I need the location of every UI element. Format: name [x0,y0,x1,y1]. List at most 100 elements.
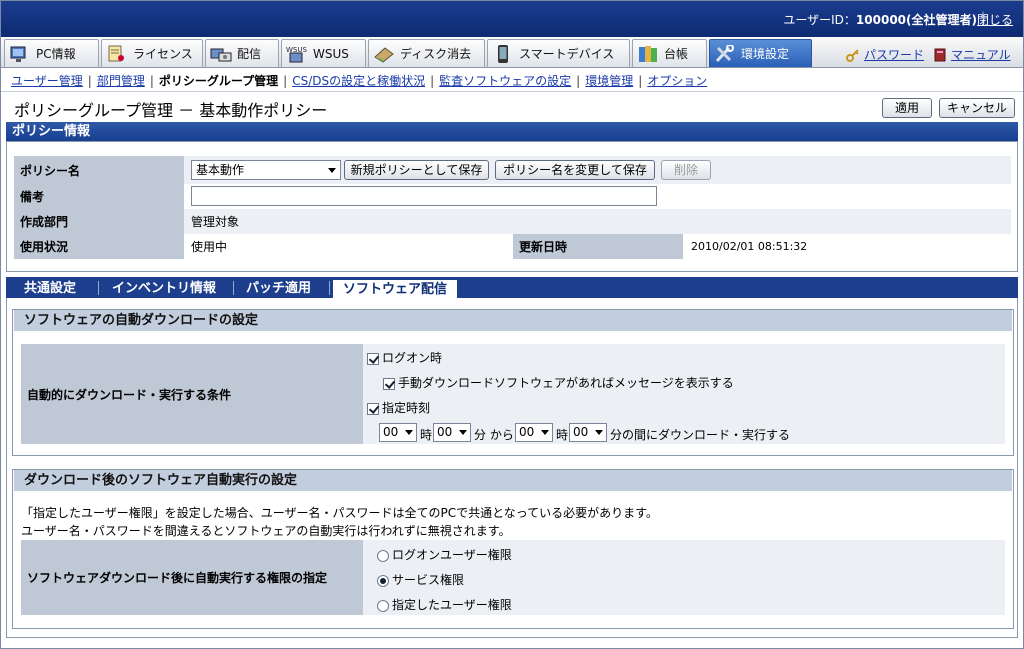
radio-label: ログオンユーザー権限 [392,548,512,562]
scheduled-time-label: 指定時刻 [382,401,431,415]
subnav-dept-management[interactable]: 部門管理 [97,74,145,88]
subnav-audit-software[interactable]: 監査ソフトウェアの設定 [439,74,571,88]
tab-common-settings[interactable]: 共通設定 [14,279,86,298]
auto-exec-note-line1: 「指定したユーザー権限」を設定した場合、ユーザー名・パスワードは全てのPCで共通… [21,506,658,520]
manual-link-label: マニュアル [951,48,1011,62]
note-input[interactable] [191,186,657,206]
menu-tab-label: ディスク消去 [400,47,472,61]
updated-value: 2010/02/01 08:51:32 [691,240,808,253]
from-text: 分 から [474,428,514,442]
key-icon [846,48,860,62]
subnav-separator: | [638,74,643,88]
apply-button[interactable]: 適用 [882,98,932,118]
subnav-environment-management[interactable]: 環境管理 [585,74,633,88]
cancel-button[interactable]: キャンセル [939,98,1015,118]
auto-exec-heading: ダウンロード後のソフトウェア自動実行の設定 [14,470,1012,491]
dept-value: 管理対象 [191,215,240,229]
checkbox-checked-icon [367,402,379,415]
subnav-options[interactable]: オプション [647,74,707,88]
usage-label: 使用状況 [14,234,184,259]
from-hour-value: 00 [383,425,399,439]
divider [1,91,1023,92]
menu-tab-label: PC情報 [36,47,76,61]
dept-label: 作成部門 [14,209,184,234]
menu-tab-label: スマートデバイス [519,47,615,61]
usage-value: 使用中 [191,240,228,254]
ledger-icon [637,45,659,63]
subnav-separator: | [576,74,581,88]
menu-tab-license[interactable]: ライセンス [101,39,203,67]
app-window: ユーザーID：100000(全社管理者) | 閉じる PC情報 ライセンス 配信… [0,0,1024,649]
user-info: ユーザーID：100000(全社管理者) [783,11,977,28]
tab-software-distribution[interactable]: ソフトウェア配信 [332,279,459,298]
settings-tools-icon [714,43,736,63]
to-hour-select[interactable]: 00 [515,423,553,442]
from-minute-select[interactable]: 00 [433,423,471,442]
subnav-user-management[interactable]: ユーザー管理 [11,74,83,88]
policy-name-value: 基本動作 [196,163,245,177]
menu-tab-label: 台帳 [664,47,689,61]
radio-logon-user-privilege[interactable]: ログオンユーザー権限 [377,546,512,563]
to-minute-select[interactable]: 00 [569,423,607,442]
password-link-label: パスワード [864,48,925,62]
menu-tab-label: WSUS [313,46,349,61]
scheduled-time-checkbox[interactable]: 指定時刻 [367,399,430,416]
policy-name-label: ポリシー名 [14,156,184,184]
auto-exec-note-line2: ユーザー名・パスワードを間違えるとソフトウェアの自動実行は行われずに無視されます… [21,524,511,538]
radio-specified-user-privilege[interactable]: 指定したユーザー権限 [377,596,512,613]
manual-message-label: 手動ダウンロードソフトウェアがあればメッセージを表示する [398,376,734,390]
chevron-down-icon [459,430,467,435]
subnav-separator: | [283,74,288,88]
manual-link[interactable]: マニュアル [933,46,1011,63]
pc-icon [9,45,31,63]
sub-navigation: ユーザー管理 | 部門管理 | ポリシーグループ管理 | CS/DSの設定と稼働状況 | 監査ソ… [11,72,707,89]
distribution-icon [210,45,232,63]
save-as-new-policy-button[interactable]: 新規ポリシーとして保存 [344,160,489,180]
user-value: 100000(全社管理者) [855,13,977,27]
logon-label: ログオン時 [382,351,443,365]
updated-label: 更新日時 [513,234,683,259]
menu-tab-disk-erase[interactable]: ディスク消去 [368,39,485,67]
logon-checkbox[interactable]: ログオン時 [367,349,442,366]
chevron-down-icon [405,430,413,435]
from-hour-select[interactable]: 00 [379,423,417,442]
subnav-csds-settings[interactable]: CS/DSの設定と稼働状況 [292,74,425,88]
to-hour-value: 00 [519,425,535,439]
note-label: 備考 [14,184,184,209]
menu-tab-pc-info[interactable]: PC情報 [4,39,99,67]
tab-patch[interactable]: パッチ適用 [236,279,321,298]
radio-unselected-icon [377,549,389,562]
chevron-down-icon [328,168,336,173]
checkbox-checked-icon [383,377,395,390]
close-link[interactable]: 閉じる [977,11,1013,28]
user-label: ユーザーID： [783,13,856,27]
menu-tab-wsus[interactable]: WSUS WSUS [281,39,366,67]
menu-tab-ledger[interactable]: 台帳 [632,39,707,67]
auto-download-heading: ソフトウェアの自動ダウンロードの設定 [14,310,1012,331]
password-link[interactable]: パスワード [846,46,924,63]
tab-separator [98,281,99,295]
delete-button[interactable]: 削除 [661,160,711,180]
manual-message-checkbox[interactable]: 手動ダウンロードソフトウェアがあればメッセージを表示する [383,374,734,391]
checkbox-checked-icon [367,352,379,365]
tab-inventory[interactable]: インベントリ情報 [102,279,226,298]
rename-and-save-button[interactable]: ポリシー名を変更して保存 [495,160,655,180]
hour-unit-text: 時 [420,428,433,442]
chevron-down-icon [595,430,603,435]
subnav-policy-group-management: ポリシーグループ管理 [158,74,279,88]
smart-device-icon [492,44,514,63]
menu-tab-label: ライセンス [133,47,193,61]
policy-info-panel: ポリシー名 基本動作 新規ポリシーとして保存 ポリシー名を変更して保存 削除 備… [6,141,1018,272]
menu-tab-smart-device[interactable]: スマートデバイス [487,39,630,67]
to-minute-value: 00 [573,425,589,439]
menu-tab-label: 配信 [237,47,262,61]
chevron-down-icon [541,430,549,435]
settings-tabs: 共通設定 インベントリ情報 パッチ適用 ソフトウェア配信 [6,277,1018,298]
disk-erase-icon [373,45,395,63]
policy-name-select[interactable]: 基本動作 [191,160,341,180]
radio-label: サービス権限 [392,573,465,587]
menu-tab-distribution[interactable]: 配信 [205,39,279,67]
menu-tab-settings[interactable]: 環境設定 [709,39,812,67]
radio-service-privilege[interactable]: サービス権限 [377,571,464,588]
radio-label: 指定したユーザー権限 [392,598,512,612]
